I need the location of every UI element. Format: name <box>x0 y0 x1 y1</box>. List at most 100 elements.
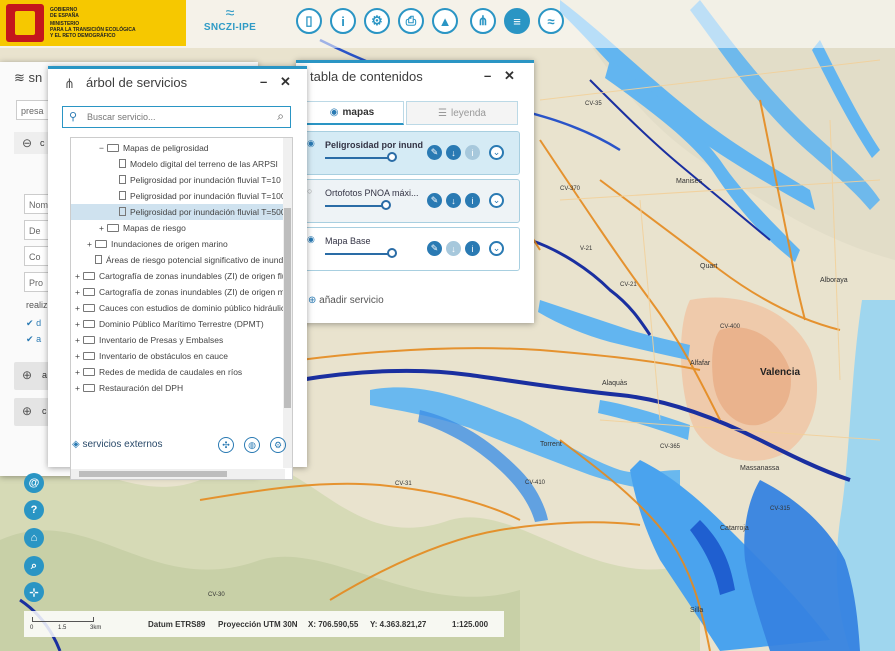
help-icon[interactable]: ? <box>24 500 44 520</box>
document-icon <box>119 191 126 200</box>
map-mountain-icon[interactable]: ▲ <box>432 8 458 34</box>
opacity-slider-handle[interactable] <box>387 152 397 162</box>
expand-icon[interactable]: + <box>75 268 83 284</box>
tree-item-label: Restauración del DPH <box>99 383 184 393</box>
collapsed-section-1[interactable]: ⊕ a <box>14 362 50 390</box>
expand-icon[interactable]: + <box>75 348 83 364</box>
opacity-slider[interactable] <box>325 253 391 255</box>
flood-waves-icon[interactable]: ≈ <box>538 8 564 34</box>
info-circle-icon[interactable]: i <box>465 145 480 160</box>
layer-name: Mapa Base <box>325 236 371 246</box>
download-icon[interactable]: ↓ <box>446 193 461 208</box>
globe-icon[interactable]: ◍ <box>244 437 260 453</box>
info-icon[interactable]: i <box>330 8 356 34</box>
expand-icon[interactable]: + <box>87 236 95 252</box>
minimize-icon[interactable]: – <box>260 74 267 89</box>
app-logo: ≈ SNCZI-IPE <box>197 6 263 40</box>
tree-item[interactable]: + Cartografía de zonas inundables (ZI) de… <box>71 268 287 284</box>
tree-item[interactable]: + Redes de medida de caudales en ríos <box>71 364 285 380</box>
chevron-down-icon[interactable]: ⌄ <box>489 145 504 160</box>
zoom-icon[interactable]: ⌕ <box>24 556 44 576</box>
expand-icon[interactable]: + <box>75 332 83 348</box>
edit-icon[interactable]: ✎ <box>427 145 442 160</box>
ruler-icon[interactable]: ▯ <box>296 8 322 34</box>
visibility-radio-icon[interactable]: ◉ <box>307 234 315 245</box>
tree-item[interactable]: + Restauración del DPH <box>71 380 285 396</box>
info-circle-icon[interactable]: i <box>465 193 480 208</box>
tree-item[interactable]: Áreas de riesgo potencial significativo … <box>71 252 292 268</box>
tree-item[interactable]: Peligrosidad por inundación fluvial T=10… <box>71 188 286 204</box>
chevron-down-icon[interactable]: ⌄ <box>489 193 504 208</box>
vertical-scrollbar[interactable] <box>283 138 292 468</box>
folder-icon <box>107 144 119 152</box>
tree-item[interactable]: + Inventario de Presas y Embalses <box>71 332 285 348</box>
projection-label: Proyección UTM 30N <box>218 620 298 629</box>
close-icon[interactable]: ✕ <box>504 68 515 84</box>
settings-icon[interactable]: ⚙ <box>270 437 286 453</box>
tree-item[interactable]: + Cauces con estudios de dominio público … <box>71 300 285 316</box>
collapsed-section-2[interactable]: ⊕ c <box>14 398 50 426</box>
service-tree-icon[interactable]: ⋔ <box>470 8 496 34</box>
chevron-down-icon[interactable]: ⌄ <box>489 241 504 256</box>
expand-icon[interactable]: + <box>75 380 83 396</box>
layer-item[interactable]: ◉ Mapa Base ✎ ↓ i ⌄ <box>300 227 520 271</box>
expand-icon[interactable]: + <box>99 220 107 236</box>
edit-icon[interactable]: ✎ <box>427 193 442 208</box>
opacity-slider-handle[interactable] <box>381 200 391 210</box>
add-service-button[interactable]: ⊕ añadir servicio <box>308 295 384 306</box>
filter-icon[interactable]: ⚲ <box>69 110 77 123</box>
expand-icon[interactable]: ⊕ <box>22 404 32 418</box>
tree-item[interactable]: + Mapas de riesgo <box>71 220 285 236</box>
close-icon[interactable]: ✕ <box>280 74 291 90</box>
expand-icon[interactable]: + <box>75 364 83 380</box>
tree-item[interactable]: Modelo digital del terreno de las ARPSI <box>71 156 285 172</box>
zoom-extent-icon[interactable]: ⊹ <box>24 582 44 602</box>
expand-icon[interactable]: + <box>75 316 83 332</box>
visibility-radio-icon[interactable]: ◉ <box>307 138 315 149</box>
edit-icon[interactable]: ✎ <box>427 241 442 256</box>
svg-text:Manises: Manises <box>676 178 703 185</box>
tree-item-label: Peligrosidad por inundación fluvial T=10… <box>130 175 288 185</box>
download-icon[interactable]: ↓ <box>446 241 461 256</box>
external-services-button[interactable]: ◈ servicios externos <box>72 439 163 450</box>
tree-item[interactable]: + Dominio Público Marítimo Terrestre (DPM… <box>71 316 285 332</box>
tab-legend[interactable]: ☰ leyenda <box>406 101 518 125</box>
collapse-icon[interactable]: − <box>99 140 107 156</box>
expand-icon[interactable]: + <box>75 284 83 300</box>
service-search-input[interactable]: ⚲ Buscar servicio... ⌕ <box>62 106 291 128</box>
tab-maps[interactable]: ◉ mapas <box>300 101 404 125</box>
tree-item[interactable]: Peligrosidad por inundación fluvial T=50… <box>71 204 286 220</box>
opacity-slider[interactable] <box>325 157 391 159</box>
search-icon[interactable]: ⌕ <box>277 109 284 124</box>
status-bar: 0 1.5 3km Datum ETRS89 Proyección UTM 30… <box>24 611 504 637</box>
expand-icon[interactable]: + <box>75 300 83 316</box>
collapse-icon[interactable]: ⊖ <box>22 136 32 150</box>
tree-item[interactable]: + Inundaciones de origen marino <box>71 236 285 252</box>
tree-item[interactable]: + Inventario de obstáculos en cauce <box>71 348 285 364</box>
layer-item[interactable]: ○ Ortofotos PNOA máxi... ✎ ↓ i ⌄ <box>300 179 520 223</box>
service-tree-panel: ⋔ árbol de servicios – ✕ ⚲ Buscar servic… <box>48 66 307 480</box>
tools-icon[interactable]: ⚙ <box>364 8 390 34</box>
minimize-icon[interactable]: – <box>484 68 491 83</box>
map-label-city: Valencia <box>760 367 800 378</box>
tree-item[interactable]: Peligrosidad por inundación fluvial T=10… <box>71 172 288 188</box>
tree-item-label: Modelo digital del terreno de las ARPSI <box>130 159 278 169</box>
print-icon[interactable]: ⎙ <box>398 8 424 34</box>
horizontal-scrollbar[interactable] <box>71 469 285 479</box>
service-tree-list[interactable]: + Restauración del DPH + Redes de medida de… <box>70 137 293 480</box>
realiz-label: realiz <box>26 300 48 310</box>
tree-item[interactable]: − Mapas de peligrosidad <box>71 140 285 156</box>
visibility-radio-icon[interactable]: ○ <box>307 186 312 196</box>
email-icon[interactable]: @ <box>24 473 44 493</box>
layers-icon[interactable]: ≡ <box>504 8 530 34</box>
tree-item-label: Mapas de peligrosidad <box>123 143 209 153</box>
download-icon[interactable]: ↓ <box>446 145 461 160</box>
opacity-slider[interactable] <box>325 205 385 207</box>
expand-icon[interactable]: ⊕ <box>22 368 32 382</box>
share-icon[interactable]: ✣ <box>218 437 234 453</box>
opacity-slider-handle[interactable] <box>387 248 397 258</box>
layer-item[interactable]: ◉ Peligrosidad por inund... ✎ ↓ i ⌄ <box>300 131 520 175</box>
home-icon[interactable]: ⌂ <box>24 528 44 548</box>
tree-item[interactable]: + Cartografía de zonas inundables (ZI) de… <box>71 284 292 300</box>
info-circle-icon[interactable]: i <box>465 241 480 256</box>
